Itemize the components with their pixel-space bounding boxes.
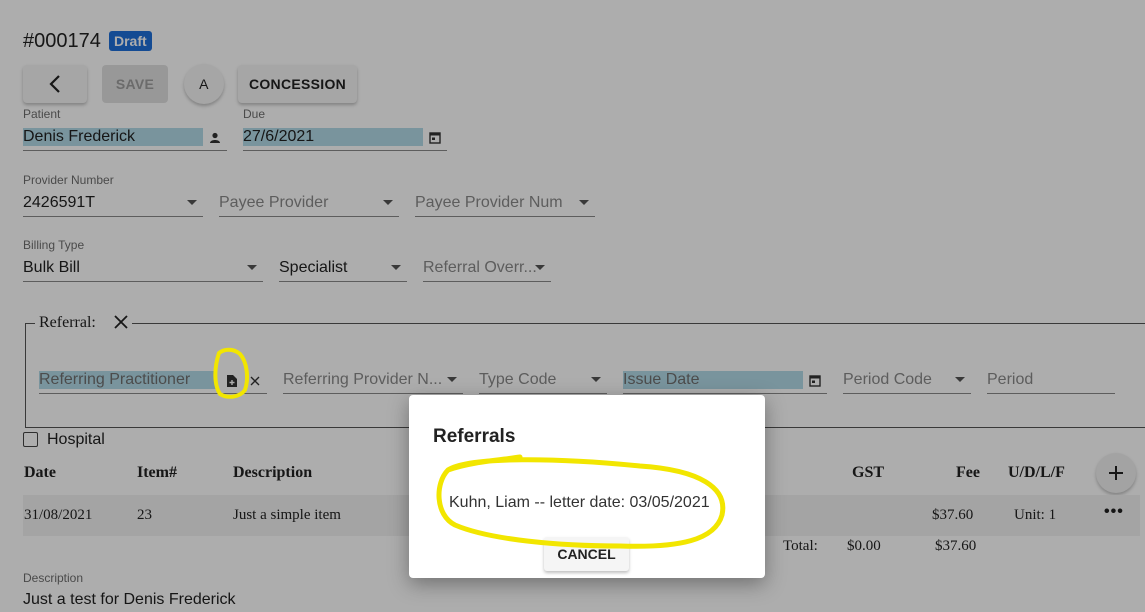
cancel-button[interactable]: CANCEL: [544, 537, 629, 571]
referrals-dialog: Referrals Kuhn, Liam -- letter date: 03/…: [409, 395, 765, 578]
referral-list-item[interactable]: Kuhn, Liam -- letter date: 03/05/2021: [449, 494, 710, 512]
dialog-title: Referrals: [433, 426, 516, 447]
